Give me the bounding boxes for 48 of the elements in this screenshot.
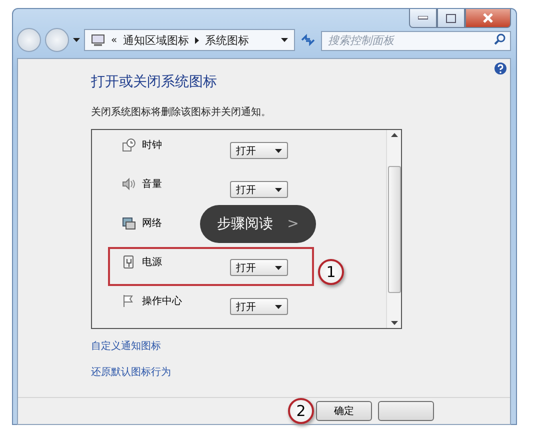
clock-icon xyxy=(122,138,136,152)
caret-icon xyxy=(275,188,282,192)
search-icon xyxy=(494,33,506,45)
page-heading: 打开或关闭系统图标 xyxy=(91,73,218,91)
maximize-button[interactable] xyxy=(437,9,465,28)
flag-icon xyxy=(122,294,136,308)
overflow-icon[interactable]: « xyxy=(111,34,118,46)
description: 关闭系统图标将删除该图标并关闭通知。 xyxy=(91,106,272,119)
address-bar[interactable]: « 通知区域图标 系统图标 xyxy=(84,29,295,51)
icon-label: 电源 xyxy=(142,256,162,269)
speaker-icon xyxy=(122,177,136,191)
refresh-icon[interactable] xyxy=(299,32,317,48)
step-marker: 2 xyxy=(288,398,314,424)
caret-icon xyxy=(73,38,80,42)
scroll-up-icon[interactable] xyxy=(390,133,398,137)
caret-icon xyxy=(281,38,288,42)
state-dropdown[interactable]: 打开 xyxy=(230,259,288,276)
link[interactable]: 自定义通知图标 xyxy=(91,339,161,353)
ok-button[interactable]: 确定 xyxy=(316,401,372,421)
secondary-button[interactable] xyxy=(378,401,434,421)
scroll-down-icon[interactable] xyxy=(390,321,398,325)
minimize-button[interactable] xyxy=(409,9,437,28)
reading-mode-button[interactable]: 步骤阅读 > xyxy=(200,205,316,243)
caret-icon xyxy=(275,304,282,308)
breadcrumb[interactable]: 系统图标 xyxy=(205,32,250,48)
state-dropdown[interactable]: 打开 xyxy=(230,142,288,159)
minimize-icon xyxy=(418,16,428,20)
caret-icon xyxy=(275,266,282,270)
link[interactable]: 还原默认图标行为 xyxy=(91,365,171,379)
breadcrumb[interactable]: 通知区域图标 xyxy=(123,32,190,48)
caret-icon xyxy=(275,148,282,152)
scrollbar[interactable] xyxy=(386,130,401,328)
maximize-icon xyxy=(446,14,456,22)
icon-label: 音量 xyxy=(142,178,162,191)
computer-icon xyxy=(91,34,105,46)
chevron-icon xyxy=(195,36,200,44)
plug-icon xyxy=(122,255,136,269)
close-icon xyxy=(483,13,493,23)
network-icon xyxy=(122,216,136,230)
step-marker: 1 xyxy=(318,259,344,285)
icon-label: 操作中心 xyxy=(142,294,182,308)
icon-label: 时钟 xyxy=(142,138,162,152)
help-icon[interactable] xyxy=(494,62,507,75)
search-field[interactable]: 搜索控制面板 xyxy=(321,31,511,51)
close-button[interactable] xyxy=(465,9,511,28)
state-dropdown[interactable]: 打开 xyxy=(230,181,288,198)
icon-label: 网络 xyxy=(142,217,162,230)
state-dropdown[interactable]: 打开 xyxy=(230,298,288,315)
